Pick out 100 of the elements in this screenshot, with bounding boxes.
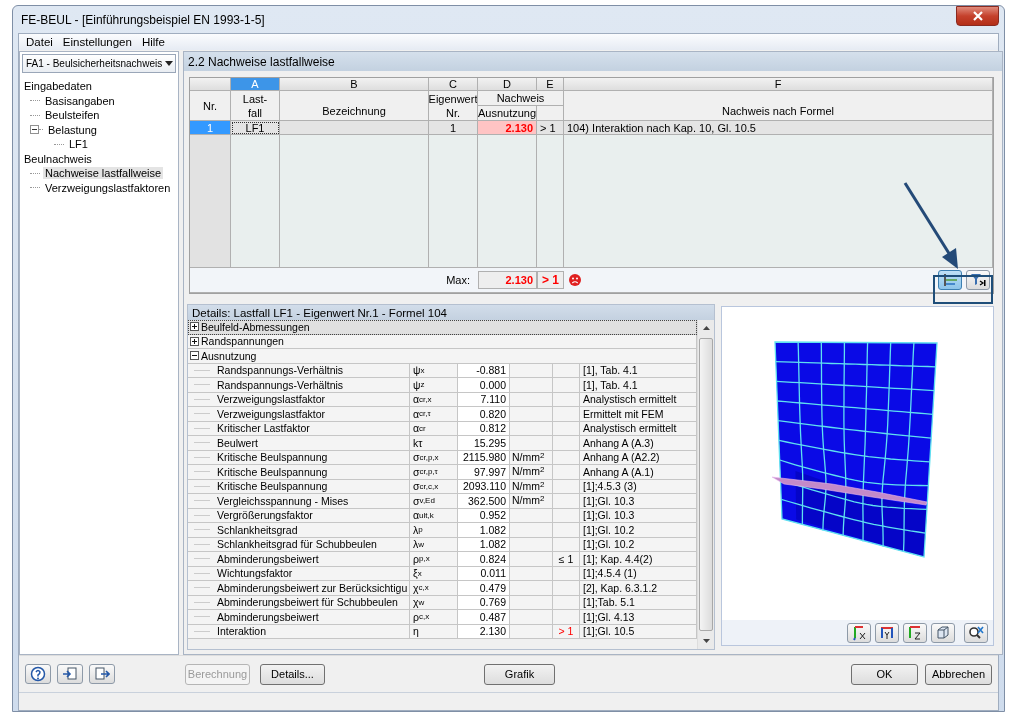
tree-item[interactable]: Verzweigungslastfaktoren <box>43 181 173 194</box>
table-cell <box>510 436 553 451</box>
graphics-button[interactable]: Grafik <box>484 663 555 685</box>
row-label: Verzweigungslastfaktor <box>188 407 410 422</box>
column-header: Last- fall <box>231 91 280 121</box>
bar-chart-icon <box>942 272 958 288</box>
column-letter[interactable]: F <box>564 78 993 91</box>
column-letter[interactable]: C <box>429 78 478 91</box>
table-cell <box>553 378 580 393</box>
row-label: Abminderungsbeiwert <box>188 552 410 567</box>
reference-cell: Anhang A (A.3) <box>580 436 697 451</box>
table-cell <box>553 523 580 538</box>
table-cell <box>553 465 580 480</box>
group-row[interactable]: Beulfeld-Abmessungen <box>188 320 697 335</box>
tree-item[interactable]: LF1 <box>67 138 90 151</box>
row-label: Abminderungsbeiwert zur Berücksichtigu <box>188 581 410 596</box>
scroll-down-icon <box>702 639 710 643</box>
row-label: Abminderungsbeiwert <box>188 610 410 625</box>
row-label: Schlankheitsgrad <box>188 523 410 538</box>
reference-cell: Ermittelt mit FEM <box>580 407 697 422</box>
sad-face-icon <box>569 274 581 286</box>
value-cell: 0.479 <box>458 581 510 596</box>
value-cell: 1.082 <box>458 523 510 538</box>
collapse-icon[interactable] <box>190 351 199 361</box>
tree-item[interactable]: Beulsteifen <box>43 109 102 122</box>
row-label: Beulwert <box>188 436 410 451</box>
window-title: FE-BEUL - [Einführungsbeispiel EN 1993-1-5] <box>20 12 265 27</box>
table-cell <box>553 494 580 509</box>
unit-cell: N/mm$^{2}$ <box>510 465 553 480</box>
column-letter[interactable]: B <box>280 78 429 91</box>
value-cell: 362.500 <box>458 494 510 509</box>
tree-item[interactable]: Beulnachweis <box>22 152 94 165</box>
details-button[interactable]: Details... <box>260 663 325 685</box>
axes-icon <box>907 624 923 641</box>
column-letter[interactable]: D <box>478 78 537 91</box>
view-x-button[interactable] <box>847 622 871 643</box>
tree-item[interactable]: Eingabedaten <box>22 80 94 93</box>
menu-item[interactable]: Datei <box>21 36 58 48</box>
column-header: Nr. <box>190 91 231 121</box>
document-arrow-icon <box>94 666 110 682</box>
help-button[interactable] <box>25 664 51 684</box>
menu-item[interactable]: Einstellungen <box>57 36 137 48</box>
import-button[interactable] <box>57 664 83 684</box>
cancel-button[interactable]: Abbrechen <box>925 663 992 685</box>
export-button[interactable] <box>89 664 115 684</box>
reference-cell: [1];Gl. 10.2 <box>580 523 697 538</box>
details-title: Details: Lastfall LF1 - Eigenwert Nr.1 - Formel 104 <box>188 305 714 320</box>
table-cell <box>553 610 580 625</box>
reference-cell: [1];Gl. 10.3 <box>580 494 697 509</box>
help-icon <box>30 666 46 682</box>
highlight-frame <box>933 275 993 304</box>
reference-cell: Anhang A (A.1) <box>580 465 697 480</box>
row-label: Vergleichsspannung - Mises <box>188 494 410 509</box>
table-cell <box>510 581 553 596</box>
close-button[interactable] <box>956 5 999 26</box>
header-cell <box>537 106 564 121</box>
max-value-field: 2.130 <box>478 271 537 289</box>
tree-item[interactable]: Basisangaben <box>43 94 117 107</box>
reference-cell: [2], Kap. 6.3.1.2 <box>580 581 697 596</box>
axes-icon <box>879 624 895 641</box>
filter-button[interactable] <box>966 270 990 290</box>
check-cell: ≤ 1 <box>553 552 580 567</box>
value-cell: 0.820 <box>458 407 510 422</box>
table-cell <box>553 581 580 596</box>
module-dropdown[interactable]: FA1 - Beulsicherheitsnachweis <box>22 54 176 73</box>
scrollbar[interactable] <box>697 320 714 649</box>
max-check-field: > 1 <box>537 271 564 289</box>
isometric-view-button[interactable] <box>931 622 955 643</box>
menu-item[interactable]: Hilfe <box>136 36 170 48</box>
column-header: Bezeichnung <box>280 91 429 121</box>
column-letter[interactable]: E <box>537 78 564 91</box>
value-cell: 15.295 <box>458 436 510 451</box>
table-cell <box>510 407 553 422</box>
value-cell: 0.824 <box>458 552 510 567</box>
ok-button[interactable]: OK <box>851 663 918 685</box>
value-cell: 0.487 <box>458 610 510 625</box>
document-arrow-icon <box>62 666 78 682</box>
tree-item[interactable]: Nachweise lastfallweise <box>43 167 164 180</box>
reference-cell: [1], Tab. 4.1 <box>580 378 697 393</box>
filter-icon <box>970 272 986 288</box>
group-row[interactable]: Ausnutzung <box>188 349 697 364</box>
dropdown-arrow-icon <box>165 61 174 66</box>
header-cell <box>190 78 231 91</box>
zoom-button[interactable] <box>964 622 988 643</box>
collapse-icon[interactable] <box>30 125 39 135</box>
zoom-icon <box>968 624 984 641</box>
table-cell: 2.130 <box>478 121 537 135</box>
value-cell: 0.000 <box>458 378 510 393</box>
table-cell <box>510 552 553 567</box>
bar-chart-button[interactable] <box>938 270 962 290</box>
reference-cell: [1]; Kap. 4.4(2) <box>580 552 697 567</box>
column-header: Nachweis nach Formel <box>564 91 993 121</box>
table-cell: LF1 <box>231 121 280 135</box>
view-z-button[interactable] <box>903 622 927 643</box>
expand-icon[interactable] <box>190 322 199 332</box>
column-header: Nachweis <box>478 91 564 106</box>
table-cell: > 1 <box>537 121 564 135</box>
tree-item[interactable]: Belastung <box>46 123 99 136</box>
view-y-button[interactable] <box>875 622 899 643</box>
expand-icon[interactable] <box>190 336 199 346</box>
